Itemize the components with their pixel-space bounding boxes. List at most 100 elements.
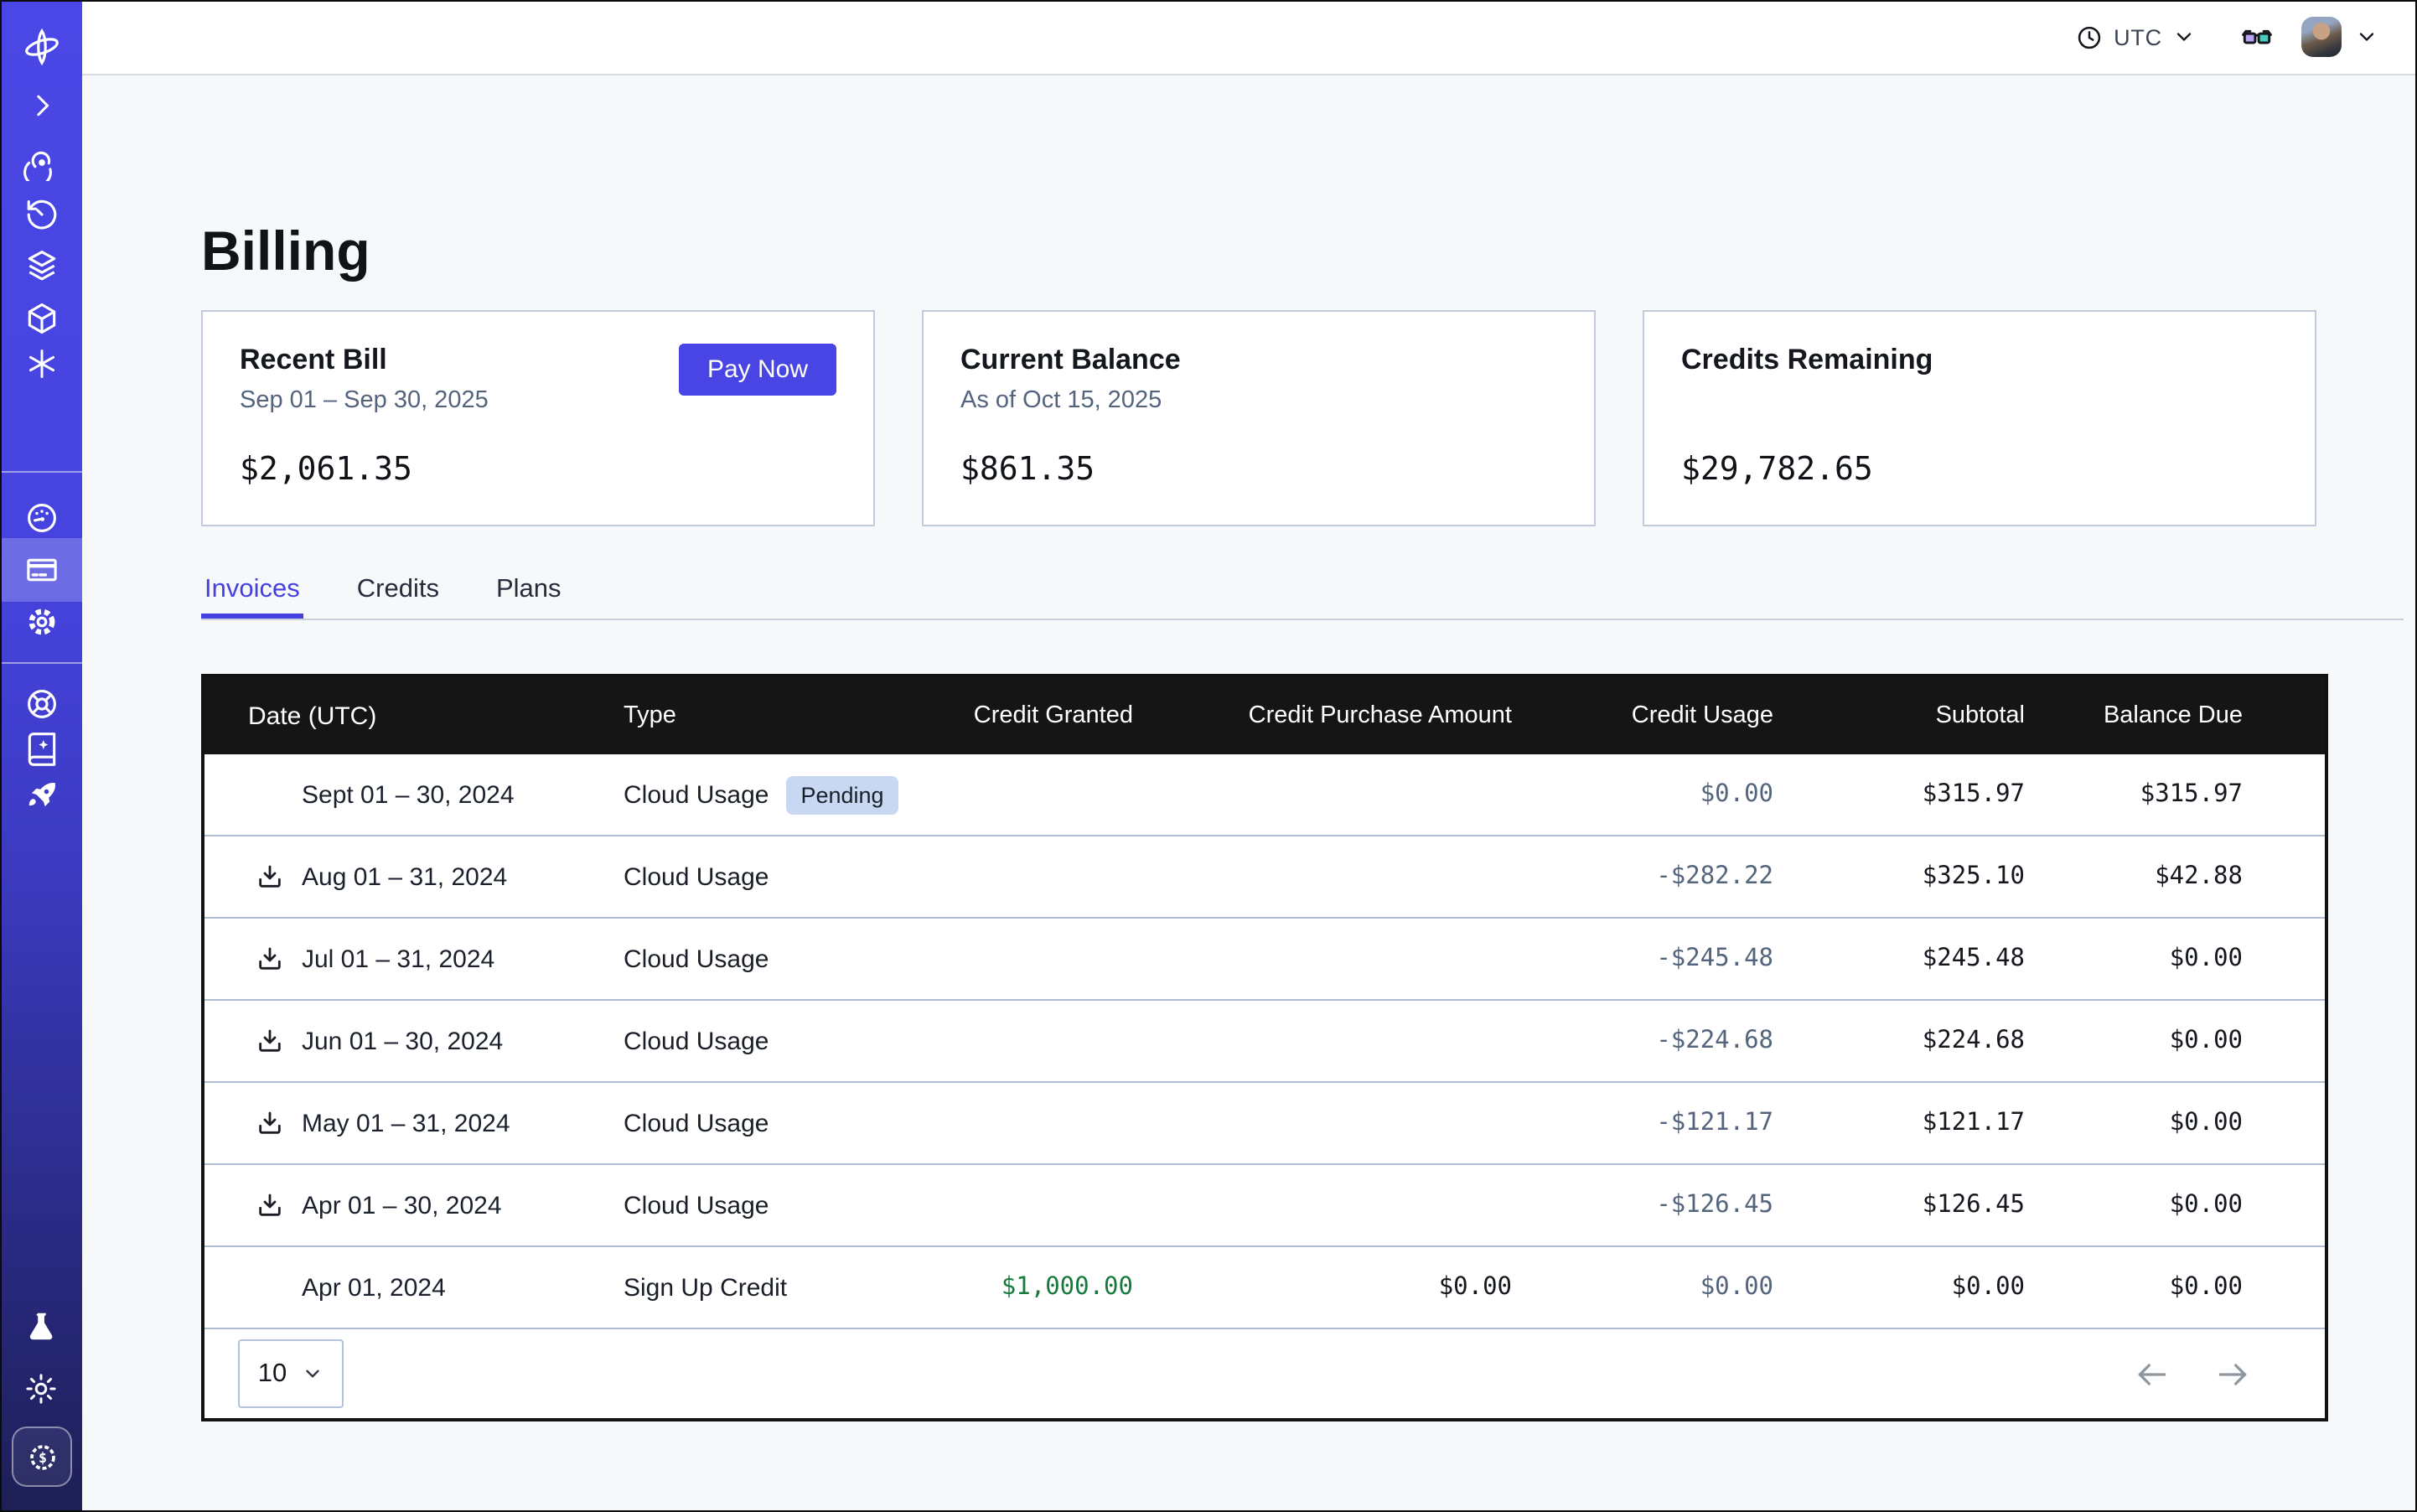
card-amount: $861.35: [960, 451, 1095, 488]
credits-remaining-card: Credits Remaining $29,782.65: [1643, 310, 2316, 526]
download-invoice-icon[interactable]: [256, 1110, 283, 1137]
invoice-type: Cloud Usage: [624, 945, 769, 973]
status-badge: Pending: [785, 775, 898, 814]
credit-usage-value: $0.00: [1512, 1274, 1773, 1301]
table-row: Apr 01 – 30, 2024 Cloud Usage -$126.45 $…: [204, 1163, 2325, 1245]
sidebar-item-billing[interactable]: [0, 543, 82, 597]
download-invoice-icon[interactable]: [256, 1028, 283, 1054]
credit-usage-value: $0.00: [1512, 781, 1773, 808]
subtotal-value: $245.48: [1773, 945, 2025, 972]
sidebar: $: [0, 0, 82, 1512]
table-row: Sept 01 – 30, 2024 Cloud UsagePending $0…: [204, 754, 2325, 835]
sidebar-collapse-chevron-icon[interactable]: [0, 79, 82, 132]
invoice-date: Apr 01 – 30, 2024: [302, 1191, 502, 1219]
prev-page-button[interactable]: [2134, 1355, 2171, 1392]
billing-tabs: Invoices Credits Plans: [201, 575, 2404, 620]
subtotal-value: $121.17: [1773, 1110, 2025, 1137]
account-menu-chevron-icon[interactable]: [2355, 25, 2378, 49]
subtotal-value: $224.68: [1773, 1028, 2025, 1054]
sidebar-item-usage-gauge[interactable]: [0, 491, 82, 545]
balance-due-value: $0.00: [2025, 945, 2243, 972]
balance-due-value: $0.00: [2025, 1192, 2243, 1219]
card-subtitle: Sep 01 – Sep 30, 2025: [240, 387, 489, 414]
invoices-table: Date (UTC) Type Credit Granted Credit Pu…: [201, 674, 2328, 1421]
invoice-date: Sept 01 – 30, 2024: [302, 780, 515, 809]
sidebar-item-asterisk[interactable]: [0, 337, 82, 391]
table-row: Jul 01 – 31, 2024 Cloud Usage -$245.48 $…: [204, 917, 2325, 999]
tab-credits[interactable]: Credits: [354, 575, 443, 619]
invoice-type: Sign Up Credit: [624, 1273, 787, 1302]
column-header-credit-usage: Credit Usage: [1512, 702, 1773, 729]
card-title: Current Balance: [960, 344, 1181, 377]
download-invoice-icon[interactable]: [256, 863, 283, 890]
subtotal-value: $0.00: [1773, 1274, 2025, 1301]
sidebar-item-layers[interactable]: [0, 238, 82, 292]
balance-due-value: $0.00: [2025, 1110, 2243, 1137]
column-header-credit-granted: Credit Granted: [942, 702, 1133, 729]
recent-bill-card: Recent Bill Sep 01 – Sep 30, 2025 $2,061…: [201, 310, 875, 526]
invoice-type: Cloud Usage: [624, 1191, 769, 1219]
card-amount: $2,061.35: [240, 451, 412, 488]
tab-invoices[interactable]: Invoices: [201, 575, 303, 619]
card-subtitle: As of Oct 15, 2025: [960, 387, 1162, 414]
main-content: Billing Recent Bill Sep 01 – Sep 30, 202…: [82, 77, 2417, 1512]
invoice-date: Jul 01 – 31, 2024: [302, 945, 494, 973]
invoice-type: Cloud Usage: [624, 862, 769, 891]
credit-usage-value: -$224.68: [1512, 1028, 1773, 1054]
next-page-button[interactable]: [2214, 1355, 2251, 1392]
subtotal-value: $126.45: [1773, 1192, 2025, 1219]
credit-usage-value: -$245.48: [1512, 945, 1773, 972]
card-title: Recent Bill: [240, 344, 387, 377]
sidebar-item-settings[interactable]: [0, 595, 82, 649]
balance-due-value: $0.00: [2025, 1028, 2243, 1054]
sidebar-divider: [0, 662, 82, 664]
clock-icon: [2075, 23, 2104, 51]
logo-orbit-icon: [0, 20, 82, 74]
pay-now-button[interactable]: Pay Now: [679, 344, 836, 396]
column-header-date: Date (UTC): [204, 702, 624, 730]
download-invoice-icon[interactable]: [256, 945, 283, 972]
sidebar-divider: [0, 471, 82, 473]
3d-glasses-icon[interactable]: [2239, 19, 2275, 54]
page-size-select[interactable]: 10: [238, 1339, 344, 1408]
subtotal-value: $315.97: [1773, 781, 2025, 808]
sidebar-item-docs-book[interactable]: [0, 722, 82, 776]
invoice-date: Jun 01 – 30, 2024: [302, 1027, 503, 1055]
table-row: Apr 01, 2024 Sign Up Credit $1,000.00 $0…: [204, 1245, 2325, 1328]
sidebar-item-rocket[interactable]: [0, 769, 82, 823]
credit-usage-value: -$282.22: [1512, 863, 1773, 890]
column-header-credit-purchase: Credit Purchase Amount: [1133, 702, 1512, 729]
current-balance-card: Current Balance As of Oct 15, 2025 $861.…: [922, 310, 1596, 526]
balance-due-value: $42.88: [2025, 863, 2243, 890]
invoice-type: Cloud Usage: [624, 1109, 769, 1137]
balance-due-value: $315.97: [2025, 781, 2243, 808]
sidebar-item-history-timer[interactable]: [0, 188, 82, 241]
table-header: Date (UTC) Type Credit Granted Credit Pu…: [204, 677, 2325, 754]
tab-plans[interactable]: Plans: [493, 575, 565, 619]
sidebar-item-credits-badge[interactable]: $: [12, 1427, 72, 1487]
user-avatar[interactable]: [2301, 17, 2342, 57]
sidebar-item-labs-flask[interactable]: [0, 1301, 82, 1354]
column-header-balance-due: Balance Due: [2025, 702, 2243, 729]
table-row: May 01 – 31, 2024 Cloud Usage -$121.17 $…: [204, 1081, 2325, 1163]
invoice-date: May 01 – 31, 2024: [302, 1109, 510, 1137]
page-title: Billing: [201, 218, 370, 285]
credit-usage-value: -$126.45: [1512, 1192, 1773, 1219]
invoice-type: Cloud Usage: [624, 1027, 769, 1055]
card-title: Credits Remaining: [1681, 344, 1933, 377]
page-size-value: 10: [258, 1359, 287, 1389]
sidebar-item-observability[interactable]: [0, 136, 82, 189]
timezone-dropdown[interactable]: UTC: [2075, 23, 2196, 51]
sidebar-item-theme-sun[interactable]: [0, 1361, 82, 1415]
subtotal-value: $325.10: [1773, 863, 2025, 890]
credit-usage-value: -$121.17: [1512, 1110, 1773, 1137]
topbar: UTC: [82, 0, 2417, 75]
pagination-controls: [2134, 1355, 2251, 1392]
app-window: $ UTC: [0, 0, 2417, 1512]
download-invoice-icon[interactable]: [256, 1192, 283, 1219]
table-footer: 10: [204, 1328, 2325, 1418]
table-row: Aug 01 – 31, 2024 Cloud Usage -$282.22 $…: [204, 835, 2325, 917]
balance-due-value: $0.00: [2025, 1274, 2243, 1301]
invoice-date: Aug 01 – 31, 2024: [302, 862, 507, 891]
chevron-down-icon: [2172, 25, 2196, 49]
